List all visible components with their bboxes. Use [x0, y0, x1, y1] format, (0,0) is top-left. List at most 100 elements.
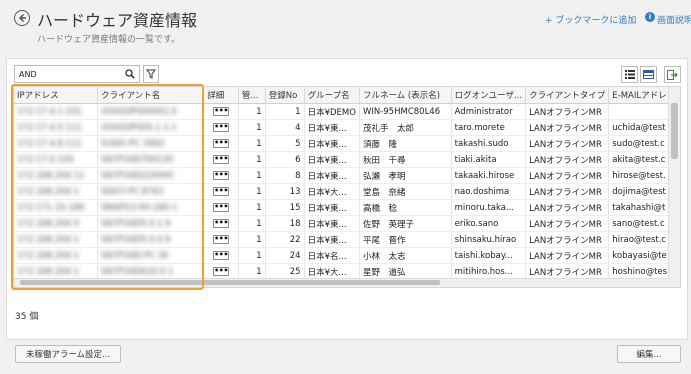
cell-detail: •••: [203, 151, 239, 168]
column-header-ip[interactable]: IPアドレス: [14, 87, 99, 104]
cell-email-text: kobayasi@te: [612, 250, 667, 261]
cell-client-type: LANオフラインMR: [525, 151, 610, 168]
cell-group-text: 日本¥東...: [307, 219, 347, 230]
cell-management-text: 1: [256, 170, 262, 181]
search-icon[interactable]: [125, 69, 135, 79]
cell-client-name-text: GSASOPS00001.0: [101, 106, 177, 117]
cell-logon-user-text: Administrator: [454, 106, 513, 117]
cell-ip: 172.17.4.8.111: [14, 135, 99, 152]
list-view-button[interactable]: [621, 66, 638, 83]
table-row[interactable]: 172.168.204.5 SN7P34D5.0.1.9 ••• 1 18 日本¥東...…: [14, 215, 680, 232]
table-row[interactable]: 172.168.204.1 SDO7-PC.8763 ••• 1 13 日本¥大... 堂島…: [14, 183, 680, 200]
row-detail-button[interactable]: •••: [213, 218, 230, 228]
cell-fullname-text: 秋田 千尋: [362, 155, 406, 166]
cell-registration-no-text: 13: [289, 186, 301, 197]
cell-ip-text: 172.17.4.5.111: [17, 122, 82, 133]
cell-client-name: SN7P34D5.0.1.9: [97, 215, 205, 232]
row-detail-button[interactable]: •••: [213, 170, 230, 180]
table-row[interactable]: 172.17.4.1.101 GSASOPS00001.0 ••• 1 1 日本¥DEMO…: [14, 103, 680, 120]
page-header: ハードウェア資産情報 ハードウェア資産情報の一覧です。 + ブックマークに追加 …: [0, 0, 691, 56]
list-view-icon: [624, 70, 635, 79]
row-detail-button[interactable]: •••: [213, 154, 230, 164]
cell-client-type: LANオフラインMR: [525, 247, 610, 264]
cell-ip-text: 172.17.4.8.111: [17, 138, 82, 149]
column-header-registration-no[interactable]: 登録No: [265, 87, 305, 104]
row-detail-button[interactable]: •••: [213, 122, 230, 132]
cell-fullname-text: 堂島 奈緒: [362, 187, 406, 198]
cell-registration-no-text: 1: [295, 106, 301, 117]
cell-fullname: 高橋 稔: [359, 199, 452, 216]
cell-detail: •••: [203, 103, 239, 120]
table-row[interactable]: 172.17.4.8.111 SUDO-PC.3002 ••• 1 5 日本¥東... 須藤…: [14, 135, 680, 152]
add-bookmark-link[interactable]: + ブックマークに追加: [545, 13, 636, 26]
cell-client-type: LANオフラインMR: [525, 231, 610, 248]
cell-management: 1: [238, 151, 266, 168]
edit-button[interactable]: 編集...: [617, 345, 681, 363]
cell-management-text: 1: [256, 138, 262, 149]
cell-client-type: LANオフラインMR: [525, 183, 610, 200]
cell-fullname: 小林 太志: [359, 247, 452, 264]
cell-detail: •••: [203, 199, 239, 216]
export-button[interactable]: [664, 66, 681, 83]
cell-management: 1: [238, 167, 266, 184]
info-icon[interactable]: i: [645, 12, 655, 22]
cell-client-type: LANオフラインMR: [525, 199, 610, 216]
column-header-group[interactable]: グループ名: [304, 87, 360, 104]
cell-email-text: hirose@test.: [612, 170, 666, 181]
cell-fullname: 堂島 奈緒: [359, 183, 452, 200]
horizontal-scroll-thumb[interactable]: [20, 280, 440, 285]
cell-client-type-text: LANオフラインMR: [529, 187, 602, 198]
table-row[interactable]: 172.168.204.11 SN7P34D2200HC ••• 1 8 日本¥東... 弘…: [14, 167, 680, 184]
cell-email-text: dojima@test: [612, 186, 666, 197]
column-header-management[interactable]: 管...: [238, 87, 266, 104]
row-detail-button[interactable]: •••: [213, 266, 230, 276]
vertical-scrollbar[interactable]: [668, 87, 680, 287]
cell-client-name-text: SN7P34D700130: [101, 154, 174, 165]
cell-email-text: takahashi@t: [612, 202, 666, 213]
table-row[interactable]: 172.17.0.105 SN7P34D700130 ••• 1 6 日本¥東... 秋田 …: [14, 151, 680, 168]
asset-table: IPアドレス クライアント名 詳細 管... 登録No グループ名 フルネーム …: [14, 87, 680, 287]
cell-logon-user: shinsaku.hirao: [451, 231, 527, 248]
row-detail-button[interactable]: •••: [213, 202, 230, 212]
column-header-detail[interactable]: 詳細: [203, 87, 239, 104]
screen-help-link[interactable]: 画面説明: [657, 13, 691, 26]
column-header-logon-user[interactable]: ログオンユーザ...: [451, 87, 527, 104]
cell-client-type-text: LANオフラインMR: [529, 107, 602, 118]
filter-icon: [146, 69, 156, 79]
inactive-alarm-settings-button[interactable]: 未稼働アラーム設定...: [15, 345, 121, 363]
column-settings-button[interactable]: [640, 66, 657, 83]
cell-fullname: 弘瀬 孝明: [359, 167, 452, 184]
cell-fullname-text: 高橋 稔: [362, 203, 397, 214]
cell-fullname-text: 平尾 晋作: [362, 235, 406, 246]
cell-registration-no-text: 5: [295, 138, 301, 149]
column-header-client[interactable]: クライアント名: [97, 87, 205, 104]
table-row[interactable]: 172.168.204.1 SN7P34D-PC.30 ••• 1 24 日本¥名... 小…: [14, 247, 680, 264]
row-detail-button[interactable]: •••: [213, 138, 230, 148]
cell-registration-no: 5: [265, 135, 305, 152]
search-input[interactable]: [15, 66, 128, 82]
row-detail-button[interactable]: •••: [213, 234, 230, 244]
cell-client-name-text: SN7P34D5.0.1.9: [101, 218, 171, 229]
vertical-scroll-thumb[interactable]: [671, 103, 678, 159]
column-header-client-type[interactable]: クライアントタイプ: [525, 87, 610, 104]
cell-fullname-text: WIN-95HMC80L46: [362, 106, 441, 117]
row-detail-button[interactable]: •••: [213, 106, 230, 116]
back-arrow-icon[interactable]: [14, 10, 30, 26]
cell-client-name-text: SN7P34D-PC.30: [101, 250, 169, 261]
table-row[interactable]: 172.17.4.5.111 GSASOPS05.1.1.1 ••• 1 4 日本¥東..…: [14, 119, 680, 136]
cell-ip-text: 172.168.204.11: [17, 170, 85, 181]
column-header-fullname[interactable]: フルネーム (表示名): [359, 87, 452, 104]
filter-button[interactable]: [143, 65, 159, 83]
cell-ip: 172.168.204.5: [14, 215, 99, 232]
horizontal-scrollbar[interactable]: [14, 278, 670, 287]
cell-logon-user-text: eriko.sano: [454, 218, 499, 229]
row-detail-button[interactable]: •••: [213, 186, 230, 196]
row-detail-button[interactable]: •••: [213, 250, 230, 260]
cell-ip: 172.168.204.1: [14, 231, 99, 248]
cell-management-text: 1: [256, 250, 262, 261]
cell-group-text: 日本¥東...: [307, 123, 347, 134]
table-row[interactable]: 172.171.10.180 SNAPG3-00-180-1 ••• 1 15 日本¥東.…: [14, 199, 680, 216]
table-row[interactable]: 172.168.204.1 SN7P34D5.0.0.9 ••• 1 22 日本¥東...…: [14, 231, 680, 248]
cell-logon-user-text: mitihiro.hos...: [454, 266, 513, 277]
cell-client-name-text: GSASOPS05.1.1.1: [101, 122, 177, 133]
